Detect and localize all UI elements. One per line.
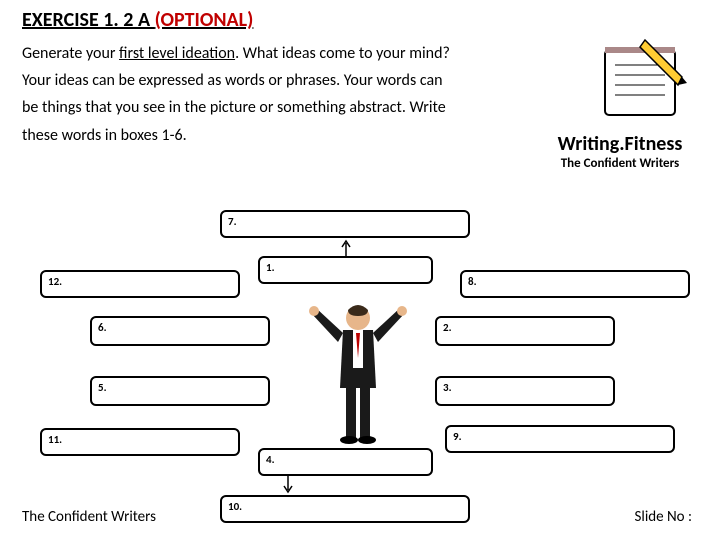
title-prefix: EXERCISE 1. 2 A (22, 8, 155, 32)
box-4-label: 4. (266, 453, 275, 466)
intro-text: Generate your first level ideation. What… (22, 40, 462, 149)
box-5[interactable]: 5. (90, 376, 270, 406)
box-9[interactable]: 9. (445, 425, 675, 453)
box-11[interactable]: 11. (40, 428, 240, 456)
intro-underline: first level ideation (119, 44, 235, 63)
arrow-down-icon (282, 476, 294, 496)
box-1-label: 1. (266, 261, 275, 274)
box-12[interactable]: 12. (40, 270, 240, 298)
box-3[interactable]: 3. (435, 376, 615, 406)
footer-left: The Confident Writers (22, 508, 156, 526)
box-3-label: 3. (443, 381, 452, 394)
box-2[interactable]: 2. (435, 316, 615, 346)
footer-slide-no: Slide No : (634, 508, 692, 526)
box-12-label: 12. (48, 275, 62, 288)
box-4[interactable]: 4. (258, 448, 433, 476)
notepad-icon (590, 35, 690, 125)
box-6[interactable]: 6. (90, 316, 270, 346)
box-8-label: 8. (468, 275, 477, 288)
brand-subtitle: The Confident Writers (540, 156, 700, 171)
title-optional: (OPTIONAL) (155, 8, 254, 32)
box-2-label: 2. (443, 321, 452, 334)
arrow-up-icon (340, 237, 352, 257)
box-11-label: 11. (48, 433, 62, 446)
exercise-title: EXERCISE 1. 2 A (OPTIONAL) (22, 8, 253, 32)
speaker-icon (308, 298, 408, 448)
box-5-label: 5. (98, 381, 107, 394)
box-7[interactable]: 7. (220, 210, 470, 238)
box-7-label: 7. (228, 215, 237, 228)
box-10-label: 10. (228, 500, 242, 513)
box-6-label: 6. (98, 321, 107, 334)
box-1[interactable]: 1. (258, 256, 433, 284)
intro-a: Generate your (22, 44, 119, 63)
box-9-label: 9. (453, 430, 462, 443)
box-10[interactable]: 10. (220, 495, 470, 523)
brand-title: Writing.Fitness (540, 132, 700, 156)
brand-block: Writing.Fitness The Confident Writers (540, 132, 700, 171)
box-8[interactable]: 8. (460, 270, 690, 298)
